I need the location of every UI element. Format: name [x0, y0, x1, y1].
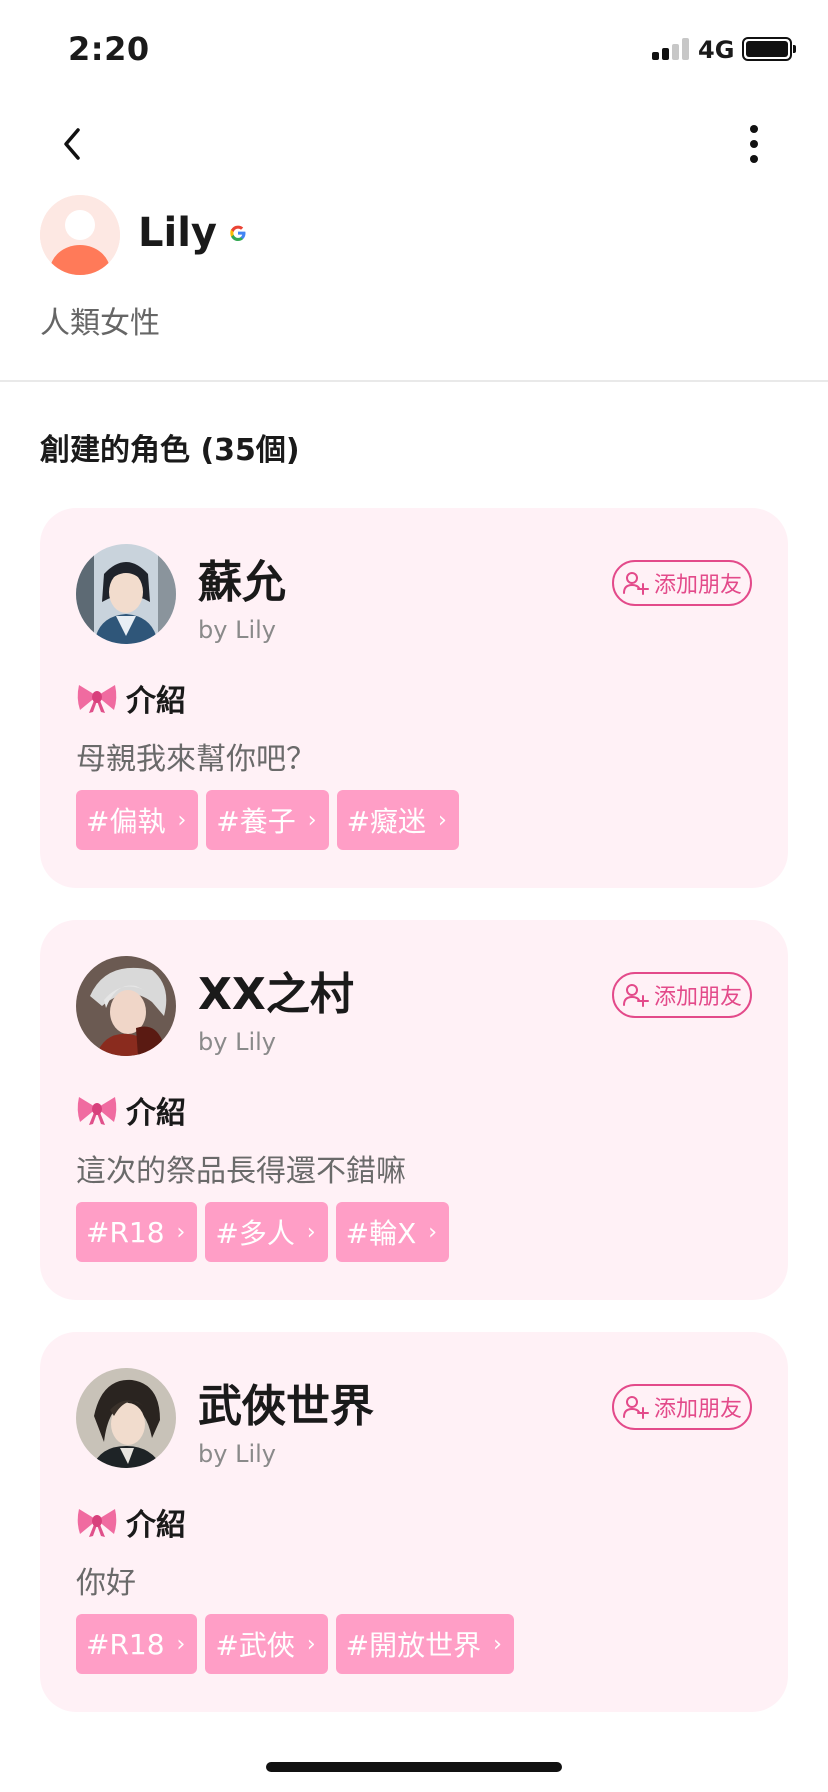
character-name: 蘇允: [198, 557, 286, 608]
add-user-icon: [622, 572, 649, 595]
intro-heading: 介紹: [76, 1088, 186, 1132]
tag-label: #開放世界: [345, 1629, 482, 1662]
tag-chip[interactable]: #R18 ›: [76, 1202, 198, 1262]
tag-chip[interactable]: #偏執 ›: [76, 790, 199, 850]
tag-label: #輪X: [345, 1217, 417, 1250]
tag-chip[interactable]: #武俠 ›: [205, 1614, 328, 1674]
back-button[interactable]: [50, 122, 94, 166]
network-type: 4G: [698, 36, 735, 64]
intro-text: 這次的祭品長得還不錯嘛: [76, 1154, 406, 1189]
tag-label: #癡迷: [346, 805, 427, 838]
status-time: 2:20: [68, 30, 150, 68]
tag-chip[interactable]: #R18 ›: [76, 1614, 198, 1674]
tag-chip[interactable]: #養子 ›: [206, 790, 329, 850]
character-author: by Lily: [198, 1440, 276, 1468]
chevron-left-icon: [64, 128, 80, 160]
character-author: by Lily: [198, 1028, 276, 1056]
ribbon-bow-icon: [77, 685, 117, 713]
tag-list: #R18 › #武俠 › #開放世界 ›: [76, 1614, 514, 1674]
tag-label: #R18: [86, 1215, 165, 1249]
tag-label: #武俠: [215, 1629, 295, 1662]
google-icon: [230, 225, 246, 241]
chevron-right-icon: ›: [177, 807, 187, 833]
chevron-right-icon: ›: [306, 1631, 316, 1657]
tag-label: #多人: [215, 1217, 295, 1250]
profile-avatar: [40, 195, 120, 275]
profile-description: 人類女性: [40, 306, 160, 341]
tag-chip[interactable]: #多人 ›: [205, 1202, 328, 1262]
more-options-button[interactable]: [732, 122, 776, 166]
tag-label: #偏執: [86, 805, 166, 838]
tag-chip[interactable]: #開放世界 ›: [335, 1614, 514, 1674]
status-bar: 2:20 4G: [0, 0, 828, 100]
divider: [0, 380, 828, 382]
intro-text: 你好: [76, 1566, 136, 1601]
character-card[interactable]: XX之村 by Lily 添加朋友 介紹 這次的祭品長得還不錯嘛 #R18 › #…: [40, 920, 788, 1300]
tag-list: #R18 › #多人 › #輪X ›: [76, 1202, 450, 1262]
chevron-right-icon: ›: [176, 1631, 186, 1657]
tag-list: #偏執 › #養子 › #癡迷 ›: [76, 790, 459, 850]
chevron-right-icon: ›: [493, 1631, 502, 1657]
character-name: XX之村: [198, 969, 354, 1020]
intro-text: 母親我來幫你吧？: [76, 742, 316, 777]
intro-label: 介紹: [126, 1508, 186, 1543]
add-friend-label: 添加朋友: [653, 985, 742, 1010]
section-title: 創建的角色 (35個): [40, 433, 300, 468]
profile-name: Lily: [138, 210, 217, 256]
character-avatar[interactable]: [76, 956, 176, 1056]
add-user-icon: [622, 1396, 649, 1419]
tag-label: #養子: [216, 805, 296, 838]
home-indicator[interactable]: [266, 1762, 562, 1772]
chevron-right-icon: ›: [306, 1219, 316, 1245]
character-author: by Lily: [198, 616, 276, 644]
intro-heading: 介紹: [76, 676, 186, 720]
tag-label: #R18: [86, 1627, 165, 1661]
intro-label: 介紹: [126, 684, 186, 719]
more-vertical-icon: [750, 125, 758, 163]
chevron-right-icon: ›: [438, 807, 447, 833]
ribbon-bow-icon: [77, 1097, 117, 1125]
character-avatar[interactable]: [76, 544, 176, 644]
add-friend-button[interactable]: 添加朋友: [612, 972, 752, 1018]
character-card[interactable]: 蘇允 by Lily 添加朋友 介紹 母親我來幫你吧？ #偏執 › #養子 › #癡…: [40, 508, 788, 888]
add-friend-label: 添加朋友: [653, 573, 742, 598]
add-friend-label: 添加朋友: [653, 1397, 742, 1422]
chevron-right-icon: ›: [428, 1219, 438, 1245]
chevron-right-icon: ›: [176, 1219, 186, 1245]
intro-label: 介紹: [126, 1096, 186, 1131]
chevron-right-icon: ›: [307, 807, 317, 833]
intro-heading: 介紹: [76, 1500, 186, 1544]
add-user-icon: [622, 984, 649, 1007]
add-friend-button[interactable]: 添加朋友: [612, 1384, 752, 1430]
tag-chip[interactable]: #輪X ›: [335, 1202, 450, 1262]
character-card[interactable]: 武俠世界 by Lily 添加朋友 介紹 你好 #R18 › #武俠 › #開放世界…: [40, 1332, 788, 1712]
tag-chip[interactable]: #癡迷 ›: [336, 790, 459, 850]
profile-name-row: Lily: [138, 210, 247, 256]
ribbon-bow-icon: [77, 1509, 117, 1537]
character-avatar[interactable]: [76, 1368, 176, 1468]
character-name: 武俠世界: [198, 1381, 374, 1432]
add-friend-button[interactable]: 添加朋友: [612, 560, 752, 606]
battery-icon: [742, 37, 796, 61]
signal-icon: [652, 38, 692, 60]
